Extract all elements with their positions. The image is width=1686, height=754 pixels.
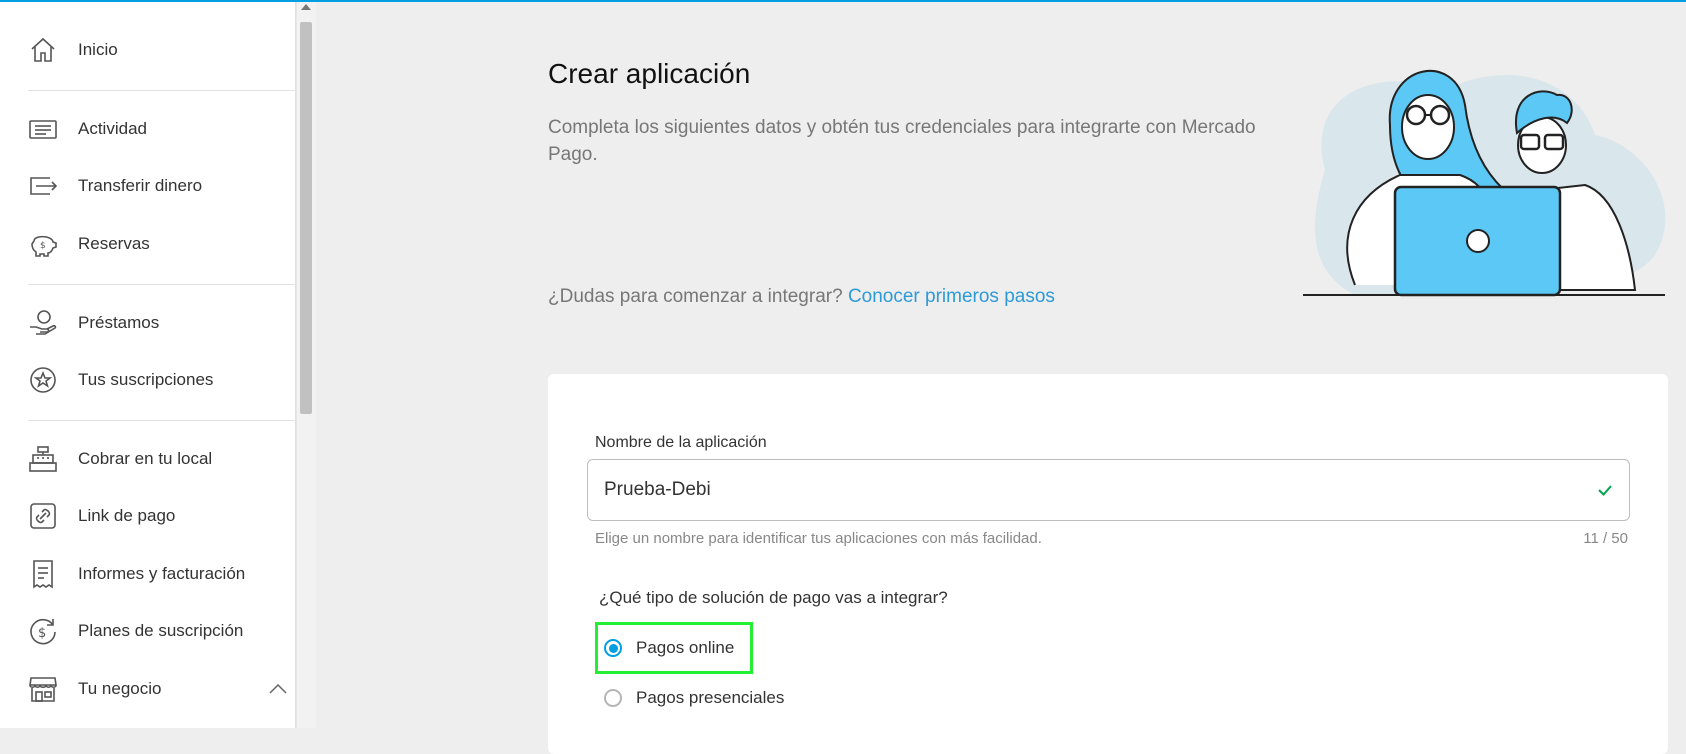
sidebar-item-label: Préstamos	[78, 313, 160, 332]
sidebar-item-inicio[interactable]: Inicio	[28, 28, 288, 72]
sidebar-item-label: Actividad	[78, 119, 147, 138]
sidebar-item-label: Inicio	[78, 40, 118, 59]
developers-illustration	[1303, 69, 1666, 297]
sidebar-item-label: Reservas	[78, 234, 150, 253]
app-name-field[interactable]	[587, 459, 1630, 521]
sidebar-item-planes[interactable]: $ Planes de suscripción	[28, 609, 288, 653]
sidebar: Inicio Actividad Transferir dinero $ Res…	[0, 0, 296, 728]
app-name-hint: Elige un nombre para identificar tus apl…	[595, 530, 1042, 547]
app-name-label: Nombre de la aplicación	[595, 434, 767, 451]
radio-button-selected[interactable]	[604, 639, 622, 657]
chevron-up-icon[interactable]	[268, 667, 288, 711]
sidebar-item-cobrar[interactable]: Cobrar en tu local	[28, 437, 288, 481]
help-text: ¿Dudas para comenzar a integrar?	[548, 286, 843, 307]
radio-label: Pagos online	[636, 638, 735, 657]
star-badge-icon	[28, 365, 58, 395]
sidebar-item-prestamos[interactable]: Préstamos	[28, 301, 288, 345]
payment-type-question: ¿Qué tipo de solución de pago vas a inte…	[599, 588, 948, 607]
sidebar-item-label: Link de pago	[78, 506, 176, 525]
sidebar-divider	[28, 90, 296, 91]
radio-label: Pagos presenciales	[636, 688, 785, 707]
store-icon	[28, 674, 58, 704]
loan-hand-icon	[28, 308, 58, 338]
sidebar-divider	[28, 420, 296, 421]
activity-icon	[28, 114, 58, 144]
app-name-input[interactable]	[602, 478, 1595, 502]
receipt-icon	[28, 559, 58, 589]
page-subtitle: Completa los siguientes datos y obtén tu…	[548, 117, 1256, 165]
dollar-refresh-icon: $	[28, 616, 58, 646]
help-line: ¿Dudas para comenzar a integrar? Conocer…	[548, 286, 1055, 308]
sidebar-item-link-pago[interactable]: Link de pago	[28, 494, 288, 538]
piggy-bank-icon: $	[28, 229, 58, 259]
sidebar-item-label: Planes de suscripción	[78, 621, 244, 640]
scrollbar-thumb[interactable]	[300, 22, 312, 414]
sidebar-scrollbar[interactable]	[296, 0, 316, 728]
top-accent-line	[0, 0, 1686, 2]
radio-pagos-online[interactable]: Pagos online	[604, 638, 734, 658]
svg-text:$: $	[38, 626, 46, 641]
sidebar-item-actividad[interactable]: Actividad	[28, 107, 288, 151]
sidebar-item-label: Informes y facturación	[78, 564, 246, 583]
sidebar-item-label: Transferir dinero	[78, 176, 203, 195]
sidebar-item-label: Cobrar en tu local	[78, 449, 213, 468]
home-icon	[28, 35, 58, 65]
sidebar-item-transferir[interactable]: Transferir dinero	[28, 164, 288, 208]
page-title: Crear aplicación	[548, 58, 751, 89]
link-icon	[28, 501, 58, 531]
sidebar-item-label: Tu negocio	[78, 679, 162, 698]
sidebar-divider	[28, 284, 296, 285]
sidebar-item-label: Tus suscripciones	[78, 370, 214, 389]
radio-pagos-presenciales[interactable]: Pagos presenciales	[604, 688, 784, 708]
svg-text:$: $	[40, 241, 46, 251]
scroll-up-arrow-icon[interactable]	[301, 4, 311, 10]
create-app-form-card: Nombre de la aplicación Elige un nombre …	[548, 374, 1668, 754]
app-name-counter: 11 / 50	[1583, 530, 1628, 547]
cash-register-icon	[28, 444, 58, 474]
getting-started-link[interactable]: Conocer primeros pasos	[848, 286, 1055, 307]
transfer-icon	[28, 171, 58, 201]
sidebar-item-suscripciones[interactable]: Tus suscripciones	[28, 358, 288, 402]
sidebar-item-reservas[interactable]: $ Reservas	[28, 222, 288, 266]
radio-button[interactable]	[604, 689, 622, 707]
sidebar-item-tu-negocio[interactable]: Tu negocio	[28, 667, 288, 711]
sidebar-item-informes[interactable]: Informes y facturación	[28, 552, 288, 596]
check-icon	[1598, 485, 1612, 496]
